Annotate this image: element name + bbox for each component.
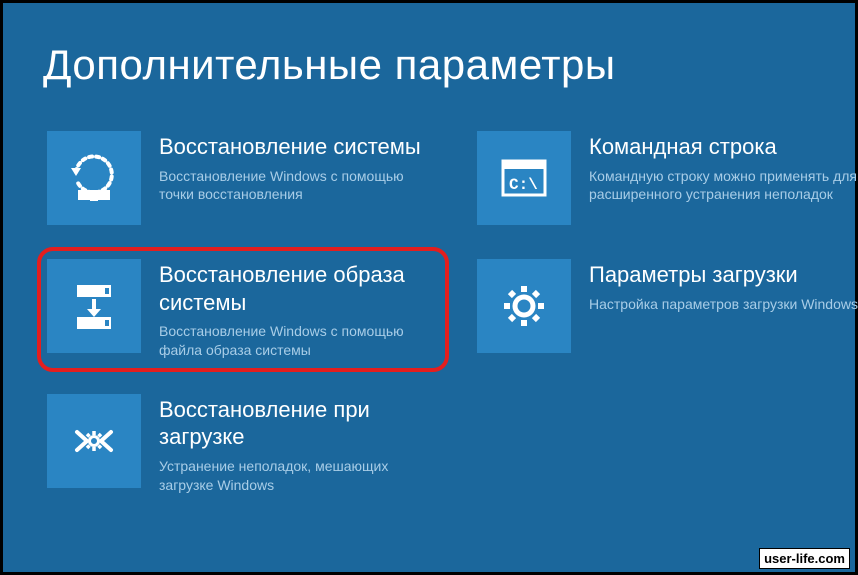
tile-desc: Устранение неполадок, мешающих загрузке … [159,457,439,495]
tile-text: Восстановление системы Восстановление Wi… [159,131,439,204]
page-title: Дополнительные параметры [43,41,815,89]
advanced-options-screen: Дополнительные параметры Восстановление … [3,3,855,572]
startup-repair-icon [47,394,141,488]
tile-text: Восстановление образа системы Восстановл… [159,259,439,360]
option-startup-repair[interactable]: Восстановление при загрузке Устранение н… [43,390,443,499]
tile-text: Командная строка Командную строку можно … [589,131,858,204]
option-system-restore[interactable]: Восстановление системы Восстановление Wi… [43,127,443,229]
option-command-prompt[interactable]: C:\ Командная строка Командную строку мо… [473,127,858,229]
option-image-recovery[interactable]: Восстановление образа системы Восстановл… [37,247,449,372]
svg-text:C:\: C:\ [509,176,538,194]
tile-title: Восстановление образа системы [159,261,439,316]
tile-desc: Командную строку можно применять для рас… [589,167,858,205]
tile-title: Восстановление при загрузке [159,396,439,451]
tile-text: Восстановление при загрузке Устранение н… [159,394,439,495]
tile-desc: Восстановление Windows с помощью файла о… [159,322,439,360]
tile-title: Параметры загрузки [589,261,858,289]
tile-title: Восстановление системы [159,133,439,161]
tile-title: Командная строка [589,133,858,161]
command-prompt-icon: C:\ [477,131,571,225]
option-startup-settings[interactable]: Параметры загрузки Настройка параметров … [473,255,858,364]
system-restore-icon [47,131,141,225]
tile-desc: Настройка параметров загрузки Windows [589,295,858,314]
tile-text: Параметры загрузки Настройка параметров … [589,259,858,313]
image-recovery-icon [47,259,141,353]
watermark: user-life.com [759,548,850,569]
options-grid: Восстановление системы Восстановление Wi… [43,127,815,499]
startup-settings-icon [477,259,571,353]
tile-desc: Восстановление Windows с помощью точки в… [159,167,439,205]
